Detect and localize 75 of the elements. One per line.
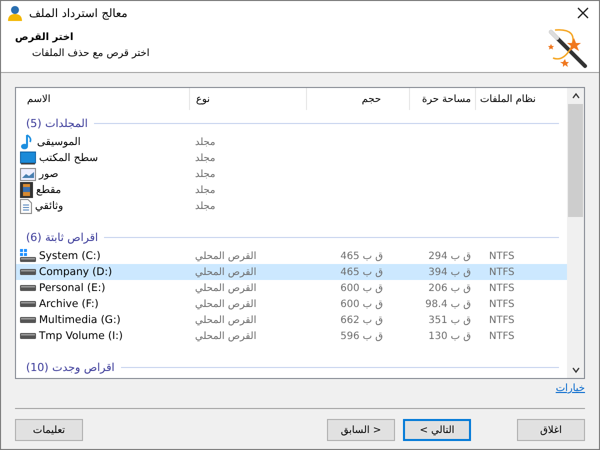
item-name: الموسيقى bbox=[37, 136, 81, 148]
drive-icon bbox=[20, 317, 36, 323]
column-header[interactable]: الاسم bbox=[16, 88, 189, 110]
scrollbar[interactable] bbox=[567, 88, 584, 378]
list-row[interactable]: صور مجلد bbox=[16, 166, 567, 182]
item-type: القرص المحلي bbox=[195, 282, 256, 294]
drive-size: ق ب 465 bbox=[340, 266, 383, 278]
next-button[interactable]: < التالي bbox=[403, 419, 471, 441]
drive-size: ق ب 596 bbox=[340, 330, 383, 342]
item-name: Personal (E:) bbox=[39, 282, 106, 294]
free-space: ق ب 394 bbox=[428, 266, 471, 278]
list-row[interactable]: مقطع مجلد bbox=[16, 182, 567, 198]
drive-size: ق ب 600 bbox=[340, 298, 383, 310]
list-row[interactable]: سطح المكتب مجلد bbox=[16, 150, 567, 166]
item-name: Archive (F:) bbox=[39, 298, 99, 310]
file-system: NTFS bbox=[489, 298, 515, 310]
drive-icon bbox=[20, 301, 36, 307]
free-space: ق ب 206 bbox=[428, 282, 471, 294]
item-type: مجلد bbox=[195, 168, 216, 180]
item-type: مجلد bbox=[195, 152, 216, 164]
item-name: System (C:) bbox=[39, 250, 101, 262]
group-header[interactable]: اقراص ثابتة (6) bbox=[26, 230, 98, 244]
file-system: NTFS bbox=[489, 266, 515, 278]
file-system: NTFS bbox=[489, 330, 515, 342]
back-button[interactable]: السابق > bbox=[327, 419, 395, 441]
step-title: اختر القرص bbox=[15, 32, 74, 44]
document-icon bbox=[20, 198, 32, 214]
drive-size: ق ب 662 bbox=[340, 314, 383, 326]
monitor-icon bbox=[20, 151, 36, 165]
step-subtitle: اختر قرص مع حذف الملفات bbox=[32, 48, 150, 60]
column-header[interactable]: نوع bbox=[189, 88, 306, 110]
scrollbar-thumb[interactable] bbox=[568, 104, 583, 217]
item-type: القرص المحلي bbox=[195, 266, 256, 278]
column-header[interactable]: مساحة حرة bbox=[409, 88, 475, 110]
drive-size: ق ب 465 bbox=[340, 250, 383, 262]
item-type: مجلد bbox=[195, 200, 216, 212]
drive-icon bbox=[20, 269, 36, 275]
item-name: Multimedia (G:) bbox=[39, 314, 121, 326]
free-space: ق ب 98.4 bbox=[425, 298, 471, 310]
item-type: القرص المحلي bbox=[195, 330, 256, 342]
close-button[interactable]: اغلاق bbox=[517, 419, 585, 441]
group-header[interactable]: المجلدات (5) bbox=[26, 116, 88, 130]
free-space: ق ب 351 bbox=[428, 314, 471, 326]
music-note-icon bbox=[20, 134, 34, 150]
drive-icon bbox=[20, 285, 36, 291]
drive-size: ق ب 600 bbox=[340, 282, 383, 294]
list-row[interactable]: وثائقي مجلد bbox=[16, 198, 567, 214]
help-button[interactable]: تعليمات bbox=[15, 419, 83, 441]
file-system: NTFS bbox=[489, 250, 515, 262]
item-name: Company (D:) bbox=[39, 266, 112, 278]
item-type: القرص المحلي bbox=[195, 314, 256, 326]
item-name: سطح المكتب bbox=[39, 152, 98, 164]
item-name: صور bbox=[39, 168, 58, 180]
picture-icon bbox=[20, 168, 36, 180]
free-space: ق ب 130 bbox=[428, 330, 471, 342]
film-icon bbox=[20, 182, 33, 198]
file-system: NTFS bbox=[489, 282, 515, 294]
item-type: مجلد bbox=[195, 136, 216, 148]
item-name: مقطع bbox=[36, 184, 62, 196]
free-space: ق ب 294 bbox=[428, 250, 471, 262]
group-header[interactable]: اقراص وجدت (10) bbox=[26, 360, 115, 374]
window-title: معالج استرداد الملف bbox=[29, 6, 128, 20]
list-row[interactable]: الموسيقى مجلد bbox=[16, 134, 567, 150]
user-icon bbox=[7, 4, 23, 21]
options-link[interactable]: خيارات bbox=[556, 383, 585, 399]
item-type: القرص المحلي bbox=[195, 298, 256, 310]
file-system: NTFS bbox=[489, 314, 515, 326]
item-name: Tmp Volume (I:) bbox=[39, 330, 123, 342]
item-name: وثائقي bbox=[35, 200, 64, 212]
close-icon[interactable] bbox=[577, 6, 589, 19]
item-type: مجلد bbox=[195, 184, 216, 196]
drive-icon bbox=[20, 333, 36, 339]
column-header[interactable]: حجم bbox=[306, 88, 409, 110]
system-drive-icon bbox=[20, 249, 36, 263]
item-type: القرص المحلي bbox=[195, 250, 256, 262]
